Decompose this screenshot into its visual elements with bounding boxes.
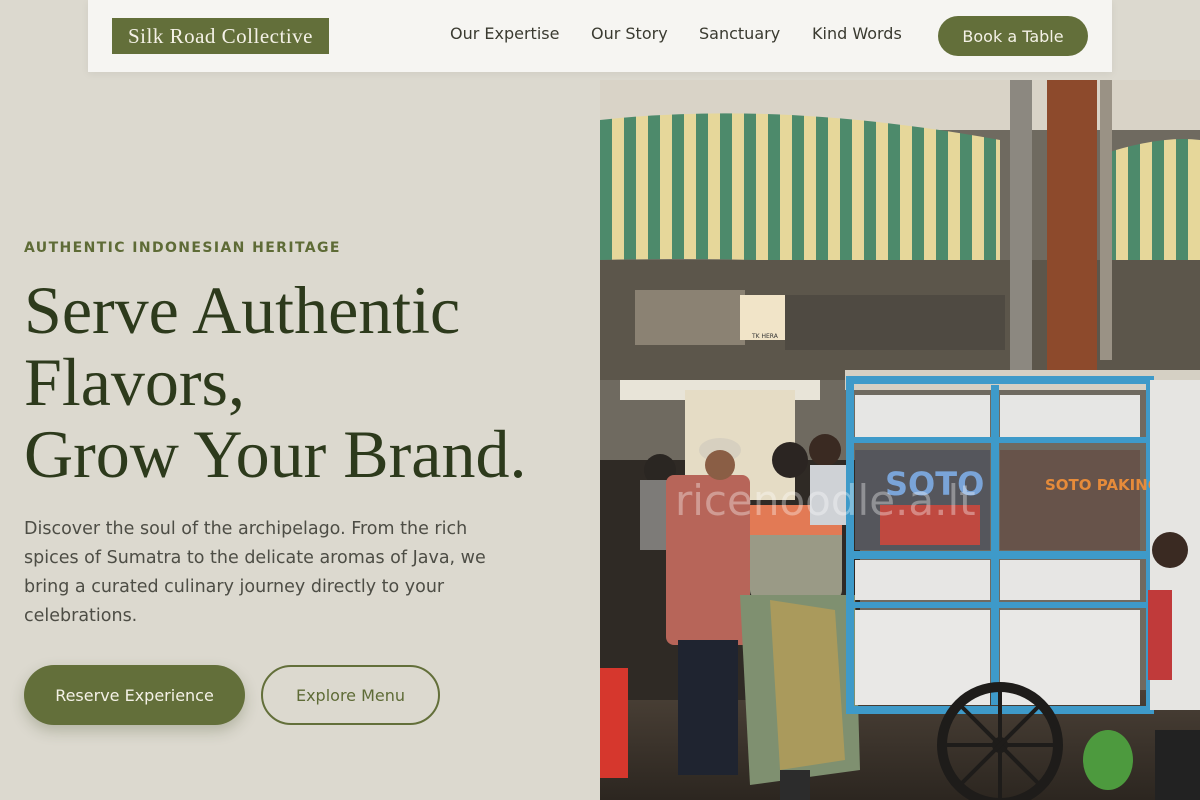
headline-line-2: Flavors, bbox=[24, 344, 245, 420]
book-table-button[interactable]: Book a Table bbox=[938, 16, 1088, 56]
hero-headline: Serve Authentic Flavors, Grow Your Brand… bbox=[24, 274, 594, 490]
nav-link-our-story[interactable]: Our Story bbox=[591, 24, 668, 43]
hero-image-street-market: TK HERA SOTO SOTO PAKING ricenoodle.a.lt bbox=[600, 80, 1200, 800]
explore-menu-button[interactable]: Explore Menu bbox=[261, 665, 440, 725]
street-market-illustration: TK HERA SOTO SOTO PAKING ricenoodle.a.lt bbox=[600, 80, 1200, 800]
reserve-experience-button[interactable]: Reserve Experience bbox=[24, 665, 245, 725]
cart-sign-soto-paking: SOTO PAKING bbox=[1045, 476, 1160, 494]
hero-eyebrow: AUTHENTIC INDONESIAN HERITAGE bbox=[24, 240, 341, 256]
nav-link-sanctuary[interactable]: Sanctuary bbox=[699, 24, 780, 43]
image-watermark: ricenoodle.a.lt bbox=[675, 476, 976, 525]
stall-sign-text: TK HERA bbox=[751, 333, 779, 340]
brand-logo[interactable]: Silk Road Collective bbox=[112, 18, 329, 54]
headline-line-3: Grow Your Brand. bbox=[24, 416, 527, 492]
hero-description: Discover the soul of the archipelago. Fr… bbox=[24, 519, 486, 626]
headline-line-1: Serve Authentic bbox=[24, 272, 461, 348]
nav-link-kind-words[interactable]: Kind Words bbox=[812, 24, 902, 43]
top-nav: Silk Road Collective Our Expertise Our S… bbox=[88, 0, 1112, 72]
nav-link-our-expertise[interactable]: Our Expertise bbox=[450, 24, 559, 43]
